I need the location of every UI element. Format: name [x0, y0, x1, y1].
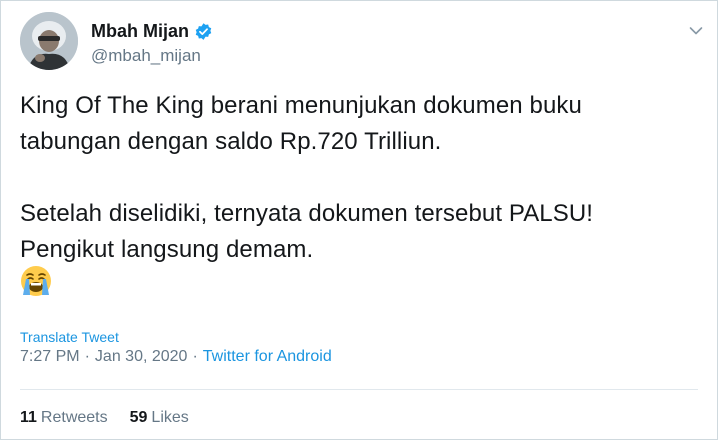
- tweet-text-line: King Of The King berani menunjukan dokum…: [20, 92, 582, 119]
- tweet-card: Mbah Mijan @mbah_mijan King Of The King …: [0, 0, 718, 440]
- meta-separator: ·: [192, 348, 198, 365]
- tweet-date[interactable]: Jan 30, 2020: [95, 348, 188, 366]
- retweets-count: 11: [20, 409, 37, 426]
- divider: [20, 389, 698, 390]
- likes-count: 59: [129, 409, 148, 426]
- likes-label: Likes: [151, 409, 189, 426]
- author-name-row[interactable]: Mbah Mijan: [91, 21, 213, 42]
- tweet-stats: 11 Retweets 59 Likes: [20, 409, 211, 427]
- verified-badge-icon: [194, 22, 213, 41]
- tweet-text-line: Pengikut langsung demam.: [20, 236, 314, 263]
- tweet-text-line: Setelah diselidiki, ternyata dokumen ter…: [20, 200, 594, 227]
- tweet-time[interactable]: 7:27 PM: [20, 348, 80, 366]
- display-name[interactable]: Mbah Mijan: [91, 21, 189, 42]
- translate-tweet-link[interactable]: Translate Tweet: [20, 329, 119, 345]
- likes-stat[interactable]: 59 Likes: [130, 409, 189, 427]
- avatar[interactable]: [20, 12, 78, 70]
- retweets-stat[interactable]: 11 Retweets: [20, 409, 108, 427]
- retweets-label: Retweets: [40, 409, 108, 426]
- tweet-text-line: tabungan dengan saldo Rp.720 Trilliun.: [20, 128, 442, 155]
- chevron-down-icon[interactable]: [689, 23, 703, 35]
- tweet-meta: 7:27 PM · Jan 30, 2020 · Twitter for And…: [20, 348, 332, 366]
- meta-separator: ·: [84, 348, 90, 365]
- tweet-text: King Of The King berani menunjukan dokum…: [20, 88, 690, 268]
- tweet-source-link[interactable]: Twitter for Android: [203, 348, 332, 366]
- author-handle[interactable]: @mbah_mijan: [91, 46, 201, 66]
- loudly-crying-face-emoji: [20, 265, 52, 297]
